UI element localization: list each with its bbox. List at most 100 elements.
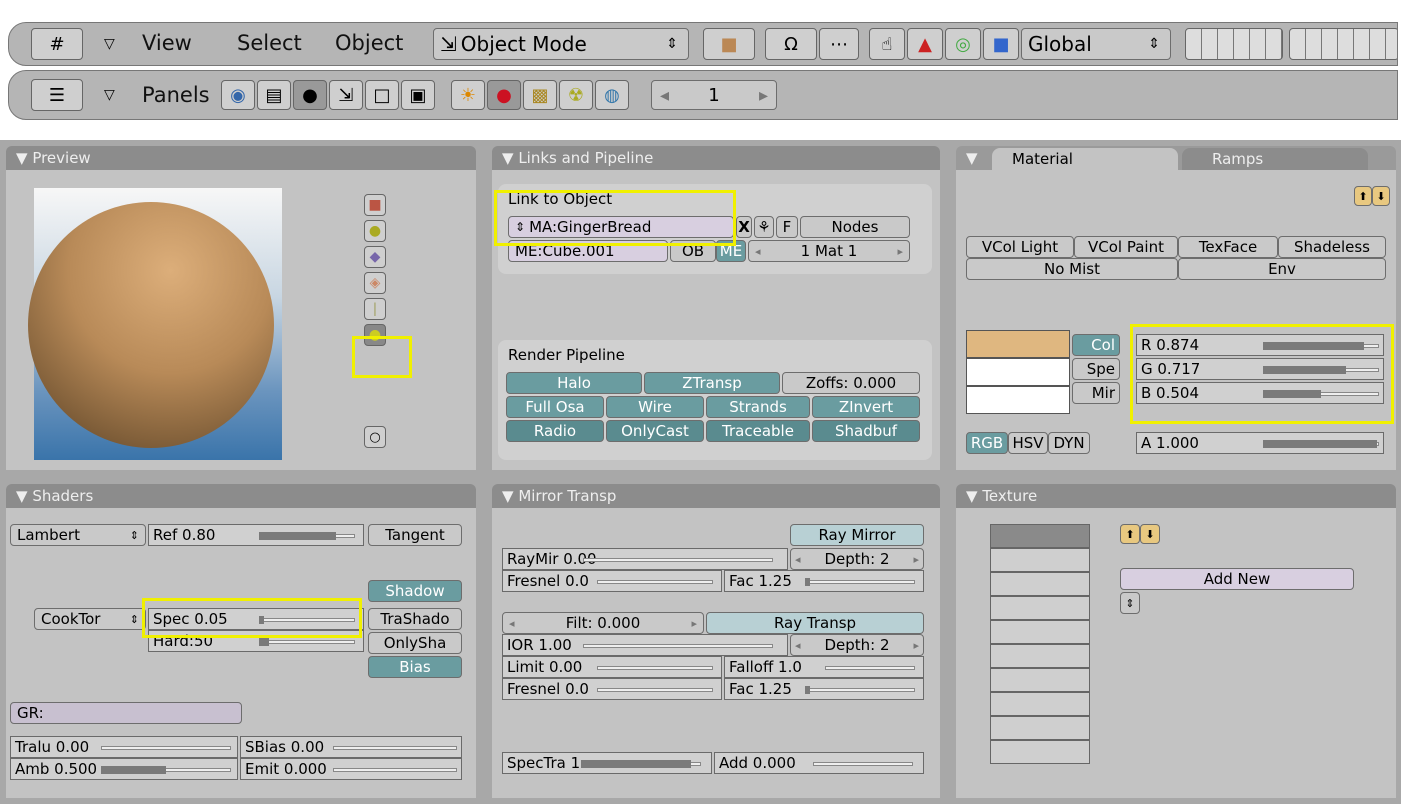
panels-menu[interactable]: Panels: [142, 83, 210, 107]
preview-cube-icon[interactable]: ◆: [364, 246, 386, 268]
traceable-toggle[interactable]: Traceable: [706, 420, 810, 442]
script-context-icon[interactable]: ▤: [257, 80, 291, 110]
onlysha-toggle[interactable]: OnlySha: [368, 632, 462, 654]
shadbuf-toggle[interactable]: Shadbuf: [812, 420, 920, 442]
preview-sphere-icon[interactable]: ●: [364, 220, 386, 242]
emit-slider[interactable]: Emit 0.000: [240, 758, 462, 780]
vcol-light-toggle[interactable]: VCol Light: [966, 236, 1074, 258]
logic-context-icon[interactable]: ◉: [221, 80, 255, 110]
ray-mirror-toggle[interactable]: Ray Mirror: [790, 524, 924, 546]
onlycast-toggle[interactable]: OnlyCast: [606, 420, 704, 442]
decrement-arrow-icon[interactable]: ◂: [795, 553, 801, 566]
decrement-arrow-icon[interactable]: ◂: [755, 245, 761, 258]
limit-slider[interactable]: Limit 0.00: [502, 656, 722, 678]
frame-number-field[interactable]: ◂ 1 ▸: [651, 80, 777, 110]
ztransp-toggle[interactable]: ZTransp: [644, 372, 780, 394]
radio-toggle[interactable]: Radio: [506, 420, 604, 442]
spectra-slider[interactable]: SpecTra 1.: [502, 752, 712, 774]
shading-context-icon[interactable]: ●: [293, 80, 327, 110]
preview-panel-header[interactable]: ▼ Preview: [6, 146, 476, 170]
hard-slider[interactable]: Hard:50: [148, 630, 364, 652]
b-slider[interactable]: B 0.504: [1136, 382, 1384, 404]
color-swatch-spe[interactable]: [966, 358, 1070, 386]
increment-arrow-icon[interactable]: ▸: [759, 85, 768, 106]
preview-flat-icon[interactable]: ■: [364, 194, 386, 216]
full-osa-toggle[interactable]: Full Osa: [506, 396, 604, 418]
paste-texture-icon[interactable]: ⬇: [1140, 524, 1160, 544]
filt-field[interactable]: ◂ Filt: 0.000 ▸: [502, 612, 704, 634]
texture-channel[interactable]: [990, 644, 1090, 668]
texture-panel-header[interactable]: ▼ Texture: [956, 484, 1396, 508]
transp-fac-slider[interactable]: Fac 1.25: [724, 678, 924, 700]
gr-field[interactable]: GR:: [10, 702, 242, 724]
a-slider[interactable]: A 1.000: [1136, 432, 1384, 454]
tangent-toggle[interactable]: Tangent: [368, 524, 462, 546]
preview-hair-icon[interactable]: ǀ: [364, 298, 386, 320]
ray-transp-toggle[interactable]: Ray Transp: [706, 612, 924, 634]
increment-arrow-icon[interactable]: ▸: [913, 639, 919, 652]
mode-dropdown[interactable]: ⇲ Object Mode ⇕: [433, 28, 689, 60]
material-index-field[interactable]: ◂ 1 Mat 1 ▸: [748, 240, 910, 262]
shaders-panel-header[interactable]: ▼ Shaders: [6, 484, 476, 508]
tab-material[interactable]: Material: [992, 148, 1178, 170]
texture-channel[interactable]: [990, 692, 1090, 716]
shadeless-toggle[interactable]: Shadeless: [1278, 236, 1386, 258]
add-new-texture-button[interactable]: Add New: [1120, 568, 1354, 590]
texture-channel[interactable]: [990, 668, 1090, 692]
ref-slider[interactable]: Ref 0.80: [148, 524, 364, 546]
decrement-arrow-icon[interactable]: ◂: [509, 617, 515, 630]
me-toggle[interactable]: ME: [716, 240, 746, 262]
lamp-subcontext-icon[interactable]: ☀: [451, 80, 485, 110]
draw-type-dropdown[interactable]: ■: [703, 28, 755, 60]
texture-channel-list[interactable]: [990, 524, 1090, 764]
menu-select[interactable]: Select: [237, 31, 302, 55]
raymir-slider[interactable]: RayMir 0.00: [502, 548, 788, 570]
rotate-icon[interactable]: ◎: [945, 28, 981, 60]
paste-material-icon[interactable]: ⬇: [1372, 186, 1390, 206]
strands-toggle[interactable]: Strands: [706, 396, 810, 418]
orientation-dropdown[interactable]: Global ⇕: [1021, 28, 1171, 60]
layer-buttons-2[interactable]: [1289, 28, 1397, 60]
mirror-fac-slider[interactable]: Fac 1.25: [724, 570, 924, 592]
menu-toggle-triangle-icon[interactable]: ▽: [104, 36, 115, 52]
color-swatch-mir[interactable]: [966, 386, 1070, 414]
scene-context-icon[interactable]: ▣: [401, 80, 435, 110]
layer-buttons-1[interactable]: [1185, 28, 1283, 60]
zoffs-field[interactable]: Zoffs: 0.000: [782, 372, 920, 394]
collapse-triangle-icon[interactable]: ▼: [966, 149, 978, 167]
diffuse-shader-dropdown[interactable]: Lambert ⇕: [10, 524, 146, 546]
spec-shader-dropdown[interactable]: CookTor ⇕: [34, 608, 146, 630]
increment-arrow-icon[interactable]: ▸: [913, 553, 919, 566]
r-slider[interactable]: R 0.874: [1136, 334, 1384, 356]
ob-toggle[interactable]: OB: [670, 240, 716, 262]
copy-texture-icon[interactable]: ⬆: [1120, 524, 1140, 544]
links-panel-header[interactable]: ▼ Links and Pipeline: [492, 146, 940, 170]
unlink-button[interactable]: X: [736, 216, 752, 238]
scale-icon[interactable]: ■: [983, 28, 1019, 60]
menu-object[interactable]: Object: [335, 31, 403, 55]
zinvert-toggle[interactable]: ZInvert: [812, 396, 920, 418]
texture-subcontext-icon[interactable]: ▩: [523, 80, 557, 110]
bias-toggle[interactable]: Bias: [368, 656, 462, 678]
grid-editor-icon[interactable]: #: [31, 28, 83, 60]
ior-slider[interactable]: IOR 1.00: [502, 634, 788, 656]
shadow-toggle[interactable]: Shadow: [368, 580, 462, 602]
dyn-toggle[interactable]: DYN: [1048, 432, 1090, 454]
trashado-toggle[interactable]: TraShado: [368, 608, 462, 630]
preview-render-icon[interactable]: ○: [364, 426, 386, 448]
sbias-slider[interactable]: SBias 0.00: [240, 736, 462, 758]
preview-sky-sphere-icon[interactable]: ●: [364, 324, 386, 346]
falloff-slider[interactable]: Falloff 1.0: [724, 656, 924, 678]
g-slider[interactable]: G 0.717: [1136, 358, 1384, 380]
mirror-fresnel-slider[interactable]: Fresnel 0.0: [502, 570, 722, 592]
menu-view[interactable]: View: [142, 31, 192, 55]
world-subcontext-icon[interactable]: ◍: [595, 80, 629, 110]
texture-channel[interactable]: [990, 524, 1090, 548]
decrement-arrow-icon[interactable]: ◂: [795, 639, 801, 652]
auto-name-icon[interactable]: ⚘: [754, 216, 774, 238]
texture-channel[interactable]: [990, 740, 1090, 764]
editing-context-icon[interactable]: □: [365, 80, 399, 110]
increment-arrow-icon[interactable]: ▸: [897, 245, 903, 258]
env-toggle[interactable]: Env: [1178, 258, 1386, 280]
buttons-editor-icon[interactable]: ☰: [31, 79, 83, 111]
